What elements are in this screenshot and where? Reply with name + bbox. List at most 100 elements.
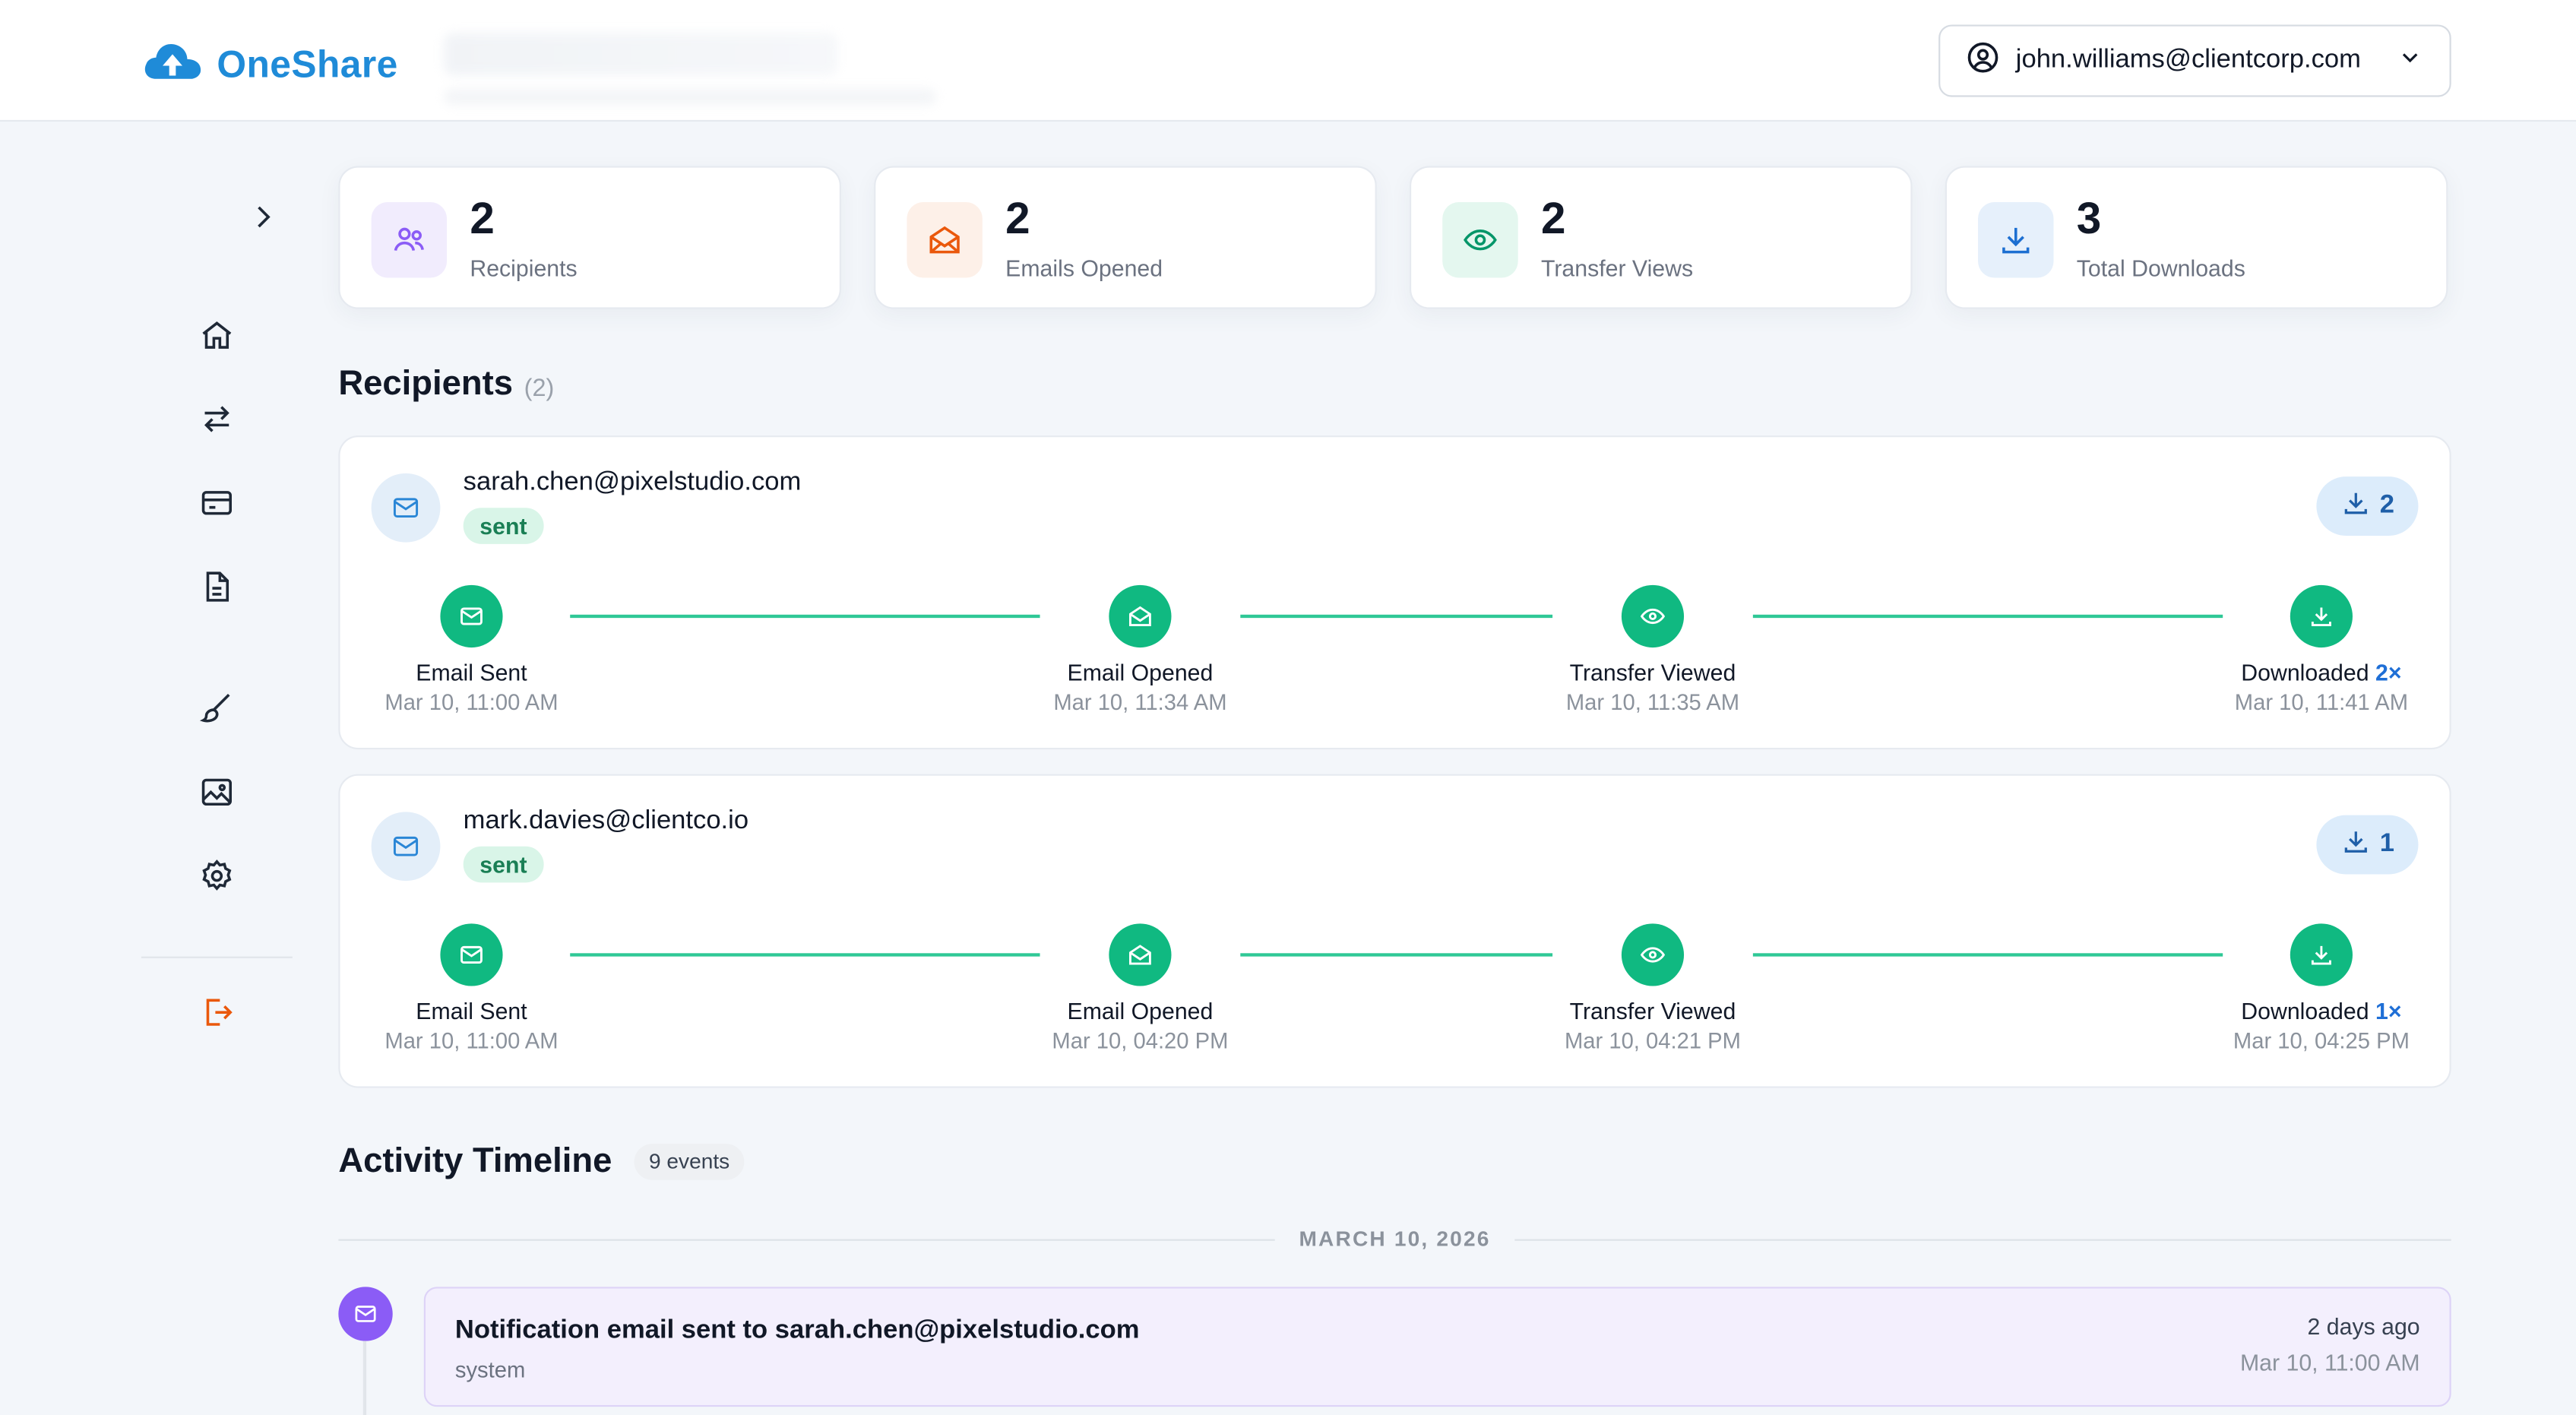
progress-connector — [570, 953, 1040, 957]
stat-card-emails-opened: 2 Emails Opened — [874, 166, 1377, 309]
blurred-page-title — [443, 33, 838, 76]
cloud-upload-icon — [141, 36, 204, 94]
mail-icon — [338, 1287, 393, 1341]
step-time: Mar 10, 04:20 PM — [1052, 1028, 1229, 1054]
step-time: Mar 10, 11:35 AM — [1565, 690, 1740, 715]
stat-card-total-downloads: 3 Total Downloads — [1945, 166, 2448, 309]
stat-value: 3 — [2076, 194, 2102, 244]
download-icon — [2290, 923, 2353, 986]
step-label: Email Opened — [1067, 659, 1214, 685]
step-label: Transfer Viewed — [1569, 659, 1736, 685]
stat-value: 2 — [470, 194, 495, 244]
step-label: Email Sent — [416, 659, 527, 685]
step-time: Mar 10, 11:41 AM — [2234, 690, 2409, 715]
event-relative-time: 2 days ago — [2307, 1312, 2420, 1340]
home-icon[interactable] — [197, 315, 236, 355]
stat-value: 2 — [1540, 194, 1566, 244]
step-transfer-viewed: Transfer Viewed Mar 10, 04:21 PM — [1521, 923, 1784, 1053]
step-downloaded: Downloaded 2× Mar 10, 11:41 AM — [2190, 584, 2453, 715]
date-divider-line — [1514, 1239, 2451, 1241]
progress-connector — [1752, 953, 2223, 957]
step-email-sent: Email Sent Mar 10, 11:00 AM — [340, 584, 603, 715]
status-badge: sent — [463, 508, 544, 544]
mail-open-icon — [907, 201, 983, 278]
mail-icon — [440, 923, 503, 986]
progress-connector — [1752, 614, 2223, 619]
step-time: Mar 10, 11:00 AM — [385, 690, 559, 715]
transfer-icon[interactable] — [197, 400, 236, 439]
app-name: OneShare — [217, 43, 398, 86]
document-icon[interactable] — [197, 567, 236, 606]
top-bar: OneShare john.williams@clientcorp.com — [0, 0, 2576, 122]
credit-card-icon[interactable] — [197, 483, 236, 523]
logo[interactable]: OneShare — [141, 36, 398, 94]
step-downloaded: Downloaded 1× Mar 10, 04:25 PM — [2190, 923, 2453, 1053]
timeline-rail — [362, 1341, 367, 1415]
blurred-page-subtitle — [443, 88, 937, 106]
step-label: Downloaded 1× — [2190, 998, 2453, 1024]
user-circle-icon — [1967, 40, 1999, 81]
step-transfer-viewed: Transfer Viewed Mar 10, 11:35 AM — [1521, 584, 1784, 715]
stat-card-transfer-views: 2 Transfer Views — [1409, 166, 1913, 309]
recipients-heading: Recipients — [338, 365, 513, 403]
step-time: Mar 10, 11:00 AM — [385, 1028, 559, 1054]
stat-card-recipients: 2 Recipients — [338, 166, 841, 309]
mail-icon — [371, 812, 441, 882]
step-label: Downloaded 2× — [2190, 659, 2453, 685]
recipient-card: mark.davies@clientco.io sent 1 Email Sen… — [338, 774, 2451, 1088]
stat-label: Recipients — [470, 255, 578, 281]
mail-open-icon — [1109, 923, 1172, 986]
logout-icon[interactable] — [197, 992, 236, 1032]
download-count: 1 — [2379, 830, 2395, 858]
eye-icon — [1621, 584, 1685, 648]
date-group-label: MARCH 10, 2026 — [1299, 1226, 1491, 1251]
stat-label: Total Downloads — [2076, 255, 2245, 281]
step-time: Mar 10, 04:21 PM — [1564, 1028, 1741, 1054]
progress-connector — [570, 614, 1040, 619]
timeline-event[interactable]: Notification email sent to sarah.chen@pi… — [423, 1287, 2451, 1407]
users-icon — [371, 201, 448, 278]
mail-icon — [440, 584, 503, 648]
download-count-button[interactable]: 2 — [2316, 476, 2419, 537]
step-label-text: Downloaded — [2241, 659, 2369, 685]
brush-icon[interactable] — [197, 689, 236, 728]
mail-open-icon — [1109, 584, 1172, 648]
download-count-button[interactable]: 1 — [2316, 815, 2419, 875]
activity-timeline-heading: Activity Timeline — [338, 1142, 612, 1180]
date-divider-line — [338, 1239, 1275, 1241]
event-absolute-time: Mar 10, 11:00 AM — [2239, 1349, 2420, 1376]
events-count-badge: 9 events — [634, 1144, 745, 1180]
step-email-opened: Email Opened Mar 10, 11:34 AM — [1008, 584, 1271, 715]
recipient-email: mark.davies@clientco.io — [463, 806, 749, 835]
image-icon[interactable] — [197, 772, 236, 812]
expand-sidebar-icon[interactable] — [243, 198, 283, 237]
user-menu-button[interactable]: john.williams@clientcorp.com — [1938, 24, 2451, 97]
event-actor: system — [454, 1357, 526, 1382]
eye-icon — [1621, 923, 1685, 986]
step-label-text: Downloaded — [2241, 997, 2369, 1024]
step-label: Email Opened — [1067, 997, 1214, 1024]
step-label: Email Sent — [416, 997, 527, 1024]
download-icon — [2290, 584, 2353, 648]
progress-connector — [1240, 614, 1553, 619]
status-badge: sent — [463, 846, 544, 883]
download-multiplier: 2× — [2375, 659, 2402, 685]
download-icon — [1978, 201, 2054, 278]
settings-icon[interactable] — [197, 856, 236, 896]
event-title: Notification email sent to sarah.chen@pi… — [454, 1316, 1140, 1345]
recipients-count: (2) — [524, 375, 555, 403]
user-email: john.williams@clientcorp.com — [2015, 46, 2361, 74]
step-time: Mar 10, 04:25 PM — [2233, 1028, 2410, 1054]
download-icon — [2340, 826, 2370, 864]
chevron-down-icon — [2397, 43, 2423, 78]
sidebar-divider — [141, 956, 293, 958]
stat-value: 2 — [1005, 194, 1030, 244]
app-root: OneShare john.williams@clientcorp.com 2 … — [0, 0, 2576, 1415]
download-icon — [2340, 487, 2370, 525]
step-label: Transfer Viewed — [1569, 997, 1736, 1024]
download-count: 2 — [2379, 491, 2395, 520]
step-time: Mar 10, 11:34 AM — [1053, 690, 1227, 715]
sidebar — [141, 122, 293, 1415]
eye-icon — [1442, 201, 1518, 278]
stat-label: Transfer Views — [1540, 255, 1694, 281]
